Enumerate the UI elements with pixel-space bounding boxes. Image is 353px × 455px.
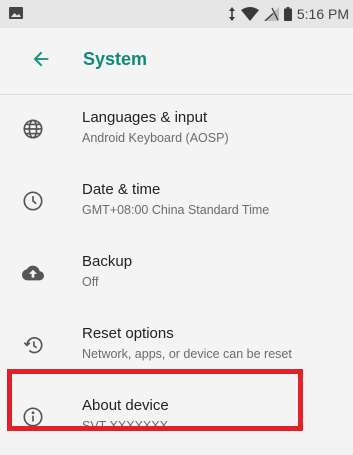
battery-icon xyxy=(283,7,292,21)
settings-item-subtitle: GMT+08:00 China Standard Time xyxy=(82,203,270,217)
settings-item-date-time[interactable]: Date & time GMT+08:00 China Standard Tim… xyxy=(0,167,353,239)
status-time: 5:16 PM xyxy=(296,6,349,22)
image-icon xyxy=(9,7,23,19)
signal-icon xyxy=(263,7,279,21)
cloud-upload-icon xyxy=(22,265,44,281)
status-bar: 5:16 PM xyxy=(0,0,353,28)
settings-item-subtitle: Off xyxy=(82,275,99,289)
wifi-icon xyxy=(240,7,259,21)
settings-item-title: Backup xyxy=(82,253,133,270)
settings-item-subtitle: Network, apps, or device can be reset xyxy=(82,347,292,361)
settings-item-title: Reset options xyxy=(82,325,174,342)
settings-item-title: About device xyxy=(82,397,169,414)
app-bar: System xyxy=(0,28,353,94)
globe-icon xyxy=(23,119,43,139)
settings-item-languages[interactable]: Languages & input Android Keyboard (AOSP… xyxy=(0,95,353,167)
clock-icon xyxy=(23,191,43,211)
info-icon xyxy=(23,407,43,427)
settings-item-about[interactable]: About device SVT XXXXXXX xyxy=(0,383,353,455)
settings-item-title: Languages & input xyxy=(82,109,208,126)
settings-item-subtitle: Android Keyboard (AOSP) xyxy=(82,131,229,145)
settings-item-subtitle: SVT XXXXXXX xyxy=(82,419,168,433)
restore-icon xyxy=(23,337,43,354)
settings-item-reset[interactable]: Reset options Network, apps, or device c… xyxy=(0,311,353,383)
page-title: System xyxy=(83,49,148,69)
arrow-left-icon[interactable] xyxy=(30,48,52,70)
data-arrows-icon xyxy=(228,7,235,21)
settings-item-title: Date & time xyxy=(82,181,161,198)
settings-item-backup[interactable]: Backup Off xyxy=(0,239,353,311)
settings-list: Languages & input Android Keyboard (AOSP… xyxy=(0,95,353,455)
